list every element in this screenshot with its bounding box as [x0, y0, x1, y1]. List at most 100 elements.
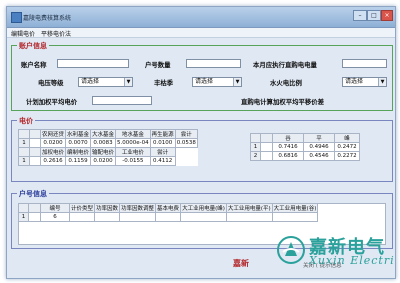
tou-row[interactable]: 1 0.7416 0.4946 0.2472	[250, 142, 360, 152]
watermark: 嘉新电气 Xuxin Electrical	[271, 232, 395, 272]
table-cell[interactable]: 0.6816	[272, 151, 304, 161]
watermark-en: Xuxin Electrical	[309, 254, 395, 267]
table-cell[interactable]: 0.2616	[39, 156, 67, 166]
surcharge-header: 地水基金	[115, 129, 151, 139]
app-icon	[11, 12, 22, 23]
table-cell[interactable]: 0.0200	[90, 156, 117, 166]
close-button[interactable]: ×	[381, 10, 393, 21]
table-cell[interactable]: 6	[40, 212, 70, 222]
table-cell[interactable]	[271, 212, 319, 222]
surcharge-header: 大水基金	[90, 129, 117, 139]
table-cell[interactable]	[68, 212, 96, 222]
price-header: 编制电价	[65, 147, 92, 157]
direct-power-field[interactable]	[342, 59, 387, 68]
table-cell[interactable]	[180, 212, 227, 222]
household-header: 大工业用电量(峰)	[180, 203, 227, 213]
direct-price-diff-label: 直购电计算加权平均平移价差	[241, 98, 325, 106]
voltage-level-value: 请选择	[81, 78, 100, 85]
account-info-group: 账户信息 账户名称 户号数量 本月应执行直购电电量 电压等级 请选择 ▼ 丰枯季…	[11, 41, 393, 111]
household-header: 计价类型	[68, 203, 96, 213]
household-count-field[interactable]	[186, 59, 241, 68]
plan-price-field[interactable]	[92, 96, 152, 105]
chevron-down-icon: ▼	[124, 78, 132, 86]
household-header: 功率因数	[94, 203, 121, 213]
price-group: 电价 农网还贷 水利基金 大水基金 地水基金 再生能源 尝计 1 0.0200 …	[11, 116, 393, 182]
menu-item-shift-price[interactable]: 平移电价法	[41, 29, 71, 38]
table-cell[interactable]: 0.7416	[272, 142, 304, 152]
surcharge-header: 农网还贷	[39, 129, 67, 139]
table-cell[interactable]: 0.0083	[90, 138, 117, 148]
row-index: 2	[250, 151, 261, 161]
table-cell[interactable]	[155, 212, 182, 222]
tou-header: 平	[303, 133, 335, 143]
account-legend: 账户信息	[17, 41, 49, 51]
price-header: 加权电价	[39, 147, 67, 157]
minimize-button[interactable]: –	[353, 10, 367, 21]
window-title: 嘉陵电费核算系统	[23, 15, 72, 22]
table-cell[interactable]: 0.0200	[39, 138, 67, 148]
plan-price-label: 计划加权平均电价	[26, 98, 78, 106]
table-cell[interactable]: 0.4546	[303, 151, 335, 161]
tou-row[interactable]: 2 0.6816 0.4546 0.2272	[250, 151, 360, 161]
voltage-level-label: 电压等级	[38, 79, 64, 87]
price-legend: 电价	[17, 116, 35, 126]
household-header: 基本电费	[155, 203, 182, 213]
tou-price-table: 谷 平 峰 1 0.7416 0.4946 0.2472 2 0.6816 0.…	[250, 133, 360, 161]
account-name-field[interactable]	[57, 59, 129, 68]
hydro-ratio-value: 请选择	[345, 78, 364, 85]
price-header: 输配电价	[90, 147, 117, 157]
tou-header: 谷	[272, 133, 304, 143]
household-row[interactable]: 1 6	[18, 212, 319, 222]
season-select[interactable]: 请选择 ▼	[192, 77, 242, 87]
brand-logo-icon	[277, 236, 305, 264]
footer-red-text: 嘉新	[233, 258, 249, 268]
table-cell[interactable]: 0.0538	[174, 138, 198, 148]
household-header: 大工业用电量(平)	[225, 203, 273, 213]
hydro-ratio-select[interactable]: 请选择 ▼	[342, 77, 387, 87]
table-cell[interactable]: 5.0000e-04	[115, 138, 151, 148]
app-window: 嘉陵电费核算系统 – □ × 编辑电价 平移电价法 账户信息 账户名称 户号数量…	[6, 6, 396, 279]
table-cell[interactable]: 0.1159	[65, 156, 92, 166]
table-cell[interactable]: 0.2272	[334, 151, 360, 161]
season-label: 丰枯季	[154, 79, 174, 87]
table-cell[interactable]: 0.4946	[303, 142, 335, 152]
price-header-row: 加权电价 编制电价 输配电价 工业电价 尝计	[18, 147, 198, 157]
row-index: 1	[18, 156, 30, 166]
menu-bar: 编辑电价 平移电价法	[7, 28, 395, 38]
tou-header: 峰	[334, 133, 360, 143]
household-header-row: 编号 计价类型 功率因数 功率因数调整 基本电费 大工业用电量(峰) 大工业用电…	[18, 203, 319, 213]
chevron-down-icon: ▼	[378, 78, 386, 86]
table-cell[interactable]	[94, 212, 121, 222]
household-header: 功率因数调整	[119, 203, 157, 213]
table-cell[interactable]: 0.2472	[334, 142, 360, 152]
table-cell[interactable]: -0.0155	[115, 156, 151, 166]
account-name-label: 账户名称	[21, 61, 47, 69]
surcharge-header: 再生能源	[149, 129, 176, 139]
table-cell[interactable]	[119, 212, 157, 222]
hydro-ratio-label: 水火电比例	[270, 79, 302, 87]
price-header: 尝计	[149, 147, 176, 157]
household-header: 编号	[40, 203, 70, 213]
surcharge-header-row: 农网还贷 水利基金 大水基金 地水基金 再生能源 尝计	[18, 129, 198, 139]
tou-header-row: 谷 平 峰	[250, 133, 360, 143]
price-row[interactable]: 1 0.2616 0.1159 0.0200 -0.0155 0.4112	[18, 156, 198, 166]
household-header: 大工业用电量(谷)	[271, 203, 319, 213]
table-cell[interactable]	[225, 212, 273, 222]
chevron-down-icon: ▼	[233, 78, 241, 86]
season-value: 请选择	[195, 78, 214, 85]
menu-item-edit-price[interactable]: 编辑电价	[11, 29, 35, 38]
voltage-level-select[interactable]: 请选择 ▼	[78, 77, 133, 87]
row-index: 1	[18, 138, 30, 148]
household-table: 编号 计价类型 功率因数 功率因数调整 基本电费 大工业用电量(峰) 大工业用电…	[18, 203, 319, 222]
table-cell[interactable]: 0.4112	[149, 156, 176, 166]
surcharge-table: 农网还贷 水利基金 大水基金 地水基金 再生能源 尝计 1 0.0200 0.0…	[18, 129, 198, 166]
surcharge-header: 水利基金	[65, 129, 92, 139]
household-legend: 户号信息	[17, 189, 49, 199]
surcharge-row[interactable]: 1 0.0200 0.0070 0.0083 5.0000e-04 0.0100…	[18, 138, 198, 148]
direct-power-label: 本月应执行直购电电量	[253, 61, 317, 69]
table-cell[interactable]: 0.0070	[65, 138, 92, 148]
household-count-label: 户号数量	[145, 61, 171, 69]
price-header: 工业电价	[115, 147, 151, 157]
maximize-button[interactable]: □	[367, 10, 381, 21]
table-cell[interactable]: 0.0100	[149, 138, 176, 148]
